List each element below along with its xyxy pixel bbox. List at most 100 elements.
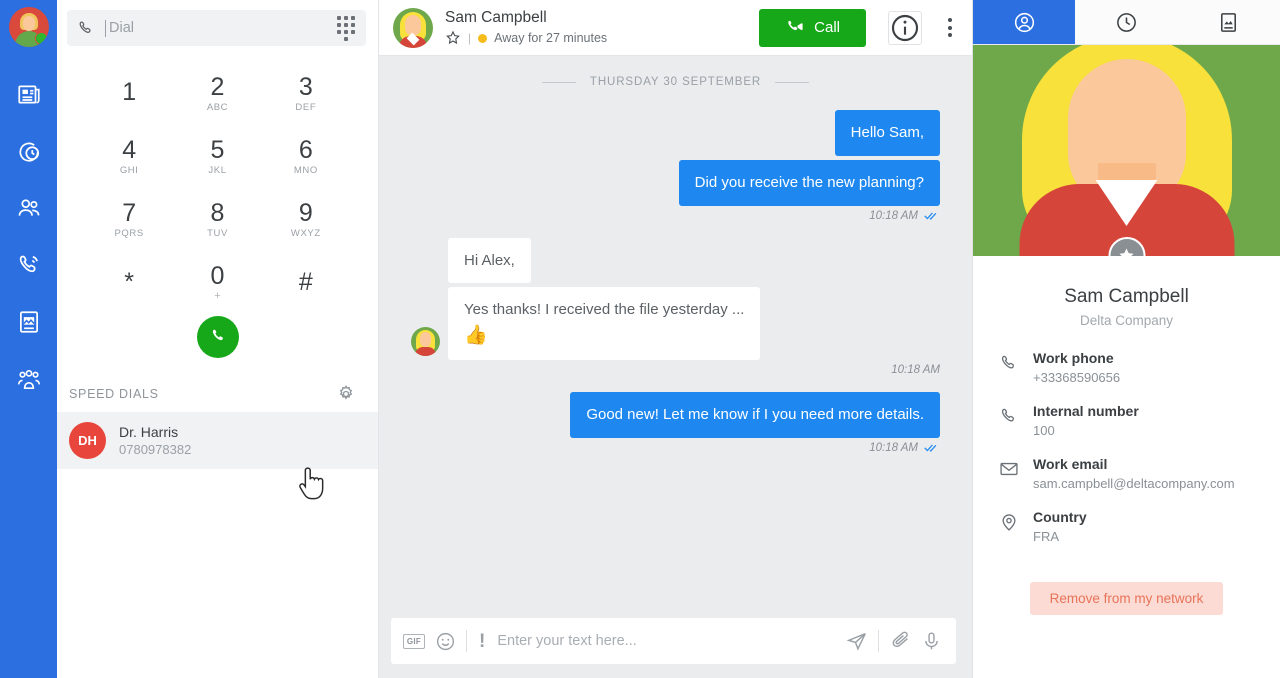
avatar: DH <box>69 422 106 459</box>
dialer-panel: 1 2 ABC 3 DEF 4 GHI 5 JKL 6 MNO <box>57 0 379 678</box>
message-input[interactable] <box>497 633 836 649</box>
priority-button[interactable]: ! <box>477 632 487 651</box>
remove-button-container: Remove from my network <box>973 582 1280 616</box>
news-feed-icon <box>17 85 40 104</box>
field-value: sam.campbell@deltacompany.com <box>1033 475 1235 491</box>
dial-key-4[interactable]: 4 GHI <box>85 125 173 188</box>
tab-media[interactable] <box>1177 0 1280 44</box>
contact-field-work-phone: Work phone +33368590656 <box>973 350 1280 403</box>
dial-key-2[interactable]: 2 ABC <box>173 62 261 125</box>
presence-online-dot <box>34 32 48 45</box>
chat-contact-status: | Away for 27 minutes <box>445 30 747 46</box>
dial-key-3[interactable]: 3 DEF <box>262 62 350 125</box>
dial-key-digit: 8 <box>210 198 225 227</box>
sidebar-item-groups[interactable] <box>0 350 57 407</box>
speed-dials-title: SPEED DIALS <box>69 387 159 401</box>
divider <box>775 81 810 83</box>
gif-button[interactable]: GIF <box>403 633 425 649</box>
location-pin-icon <box>1002 514 1016 531</box>
dial-call-container <box>57 316 378 358</box>
sidebar-item-documents[interactable] <box>0 293 57 350</box>
message-timestamp: 10:18 AM <box>869 441 918 454</box>
avatar-face <box>22 16 35 31</box>
dial-key-digit: 2 <box>210 72 225 101</box>
dial-key-5[interactable]: 5 JKL <box>173 125 261 188</box>
mic-button[interactable] <box>921 631 942 652</box>
dial-key-star[interactable]: * <box>85 251 173 314</box>
speed-dial-number: 0780978382 <box>119 442 192 457</box>
call-button[interactable]: Call <box>759 8 866 47</box>
thumbs-up-emoji: 👍 <box>464 325 488 346</box>
chat-panel: Sam Campbell | Away for 27 minutes Call <box>379 0 973 678</box>
field-text: Work phone +33368590656 <box>1033 350 1120 386</box>
message-row: Hi Alex, <box>411 237 940 284</box>
profile-icon <box>1014 12 1034 32</box>
tab-profile[interactable] <box>973 0 1076 44</box>
message-bubble: Yes thanks! I received the file yesterda… <box>448 287 761 360</box>
chat-header: Sam Campbell | Away for 27 minutes Call <box>379 0 972 56</box>
attach-button[interactable] <box>889 630 911 652</box>
left-nav-rail <box>0 0 57 678</box>
video-call-icon <box>788 20 803 30</box>
dial-key-6[interactable]: 6 MNO <box>262 125 350 188</box>
tab-history[interactable] <box>1075 0 1178 44</box>
composer-container: GIF ! <box>379 618 972 678</box>
sidebar-item-feed[interactable] <box>0 65 57 122</box>
dial-key-digit: * <box>124 268 135 297</box>
remove-from-network-button[interactable]: Remove from my network <box>1029 582 1224 616</box>
send-icon <box>846 632 866 651</box>
sidebar-item-history[interactable] <box>0 122 57 179</box>
dial-key-digit: 0 <box>210 261 225 290</box>
dial-key-letters: MNO <box>293 165 318 177</box>
keypad-toggle-icon[interactable] <box>336 15 356 41</box>
info-button[interactable] <box>888 10 922 45</box>
dial-bar <box>67 10 366 46</box>
message-bubble: Hi Alex, <box>448 237 531 284</box>
dial-key-7[interactable]: 7 PQRS <box>85 188 173 251</box>
sidebar-item-calls[interactable] <box>0 236 57 293</box>
dial-key-9[interactable]: 9 WXYZ <box>262 188 350 251</box>
field-value: FRA <box>1033 528 1059 544</box>
read-receipt-icon <box>924 212 937 220</box>
speed-dial-item[interactable]: DH Dr. Harris 0780978382 <box>57 412 378 469</box>
message-timestamp-row: 10:18 AM <box>411 364 940 376</box>
dial-input[interactable] <box>105 19 326 37</box>
media-icon <box>1221 12 1237 32</box>
rail-icon-list <box>0 65 57 407</box>
contact-name: Sam Campbell <box>1064 286 1189 307</box>
dot <box>948 18 952 22</box>
dial-key-digit: 7 <box>122 198 137 227</box>
field-label: Work phone <box>1033 350 1114 366</box>
phone-icon <box>79 21 91 33</box>
dial-key-hash[interactable]: # <box>262 251 350 314</box>
message-bubble: Hello Sam, <box>834 110 940 156</box>
dialpad: 1 2 ABC 3 DEF 4 GHI 5 JKL 6 MNO 7 PQRS 8… <box>57 54 378 314</box>
contact-avatar <box>393 7 433 48</box>
send-button[interactable] <box>846 630 868 652</box>
dial-key-0[interactable]: 0 + <box>173 251 261 314</box>
message-list: THURSDAY 30 SEPTEMBER Hello Sam, Did you… <box>379 56 972 618</box>
dial-key-1[interactable]: 1 <box>85 62 173 125</box>
clock-icon <box>1117 12 1136 32</box>
sidebar-item-contacts[interactable] <box>0 179 57 236</box>
message-avatar <box>411 326 440 356</box>
more-options-button[interactable] <box>938 11 962 45</box>
dial-key-8[interactable]: 8 TUV <box>173 188 261 251</box>
divider <box>878 630 879 652</box>
dial-key-letters: WXYZ <box>290 228 321 240</box>
gear-icon[interactable] <box>336 384 356 404</box>
user-avatar[interactable] <box>8 7 49 47</box>
chat-contact-name: Sam Campbell <box>445 8 547 26</box>
paperclip-icon <box>892 631 908 648</box>
message-timestamp-row: 10:18 AM <box>411 210 940 222</box>
contacts-icon <box>18 198 39 216</box>
emoji-button[interactable] <box>435 631 456 652</box>
star-icon[interactable] <box>445 30 461 46</box>
contact-company: Delta Company <box>1079 313 1174 328</box>
contact-field-internal-number: Internal number 100 <box>973 403 1280 456</box>
dial-key-digit: 9 <box>298 198 313 227</box>
day-separator: THURSDAY 30 SEPTEMBER <box>411 76 940 88</box>
divider <box>541 81 576 83</box>
dial-call-button[interactable] <box>196 316 239 358</box>
message-timestamp: 10:18 AM <box>869 209 918 222</box>
